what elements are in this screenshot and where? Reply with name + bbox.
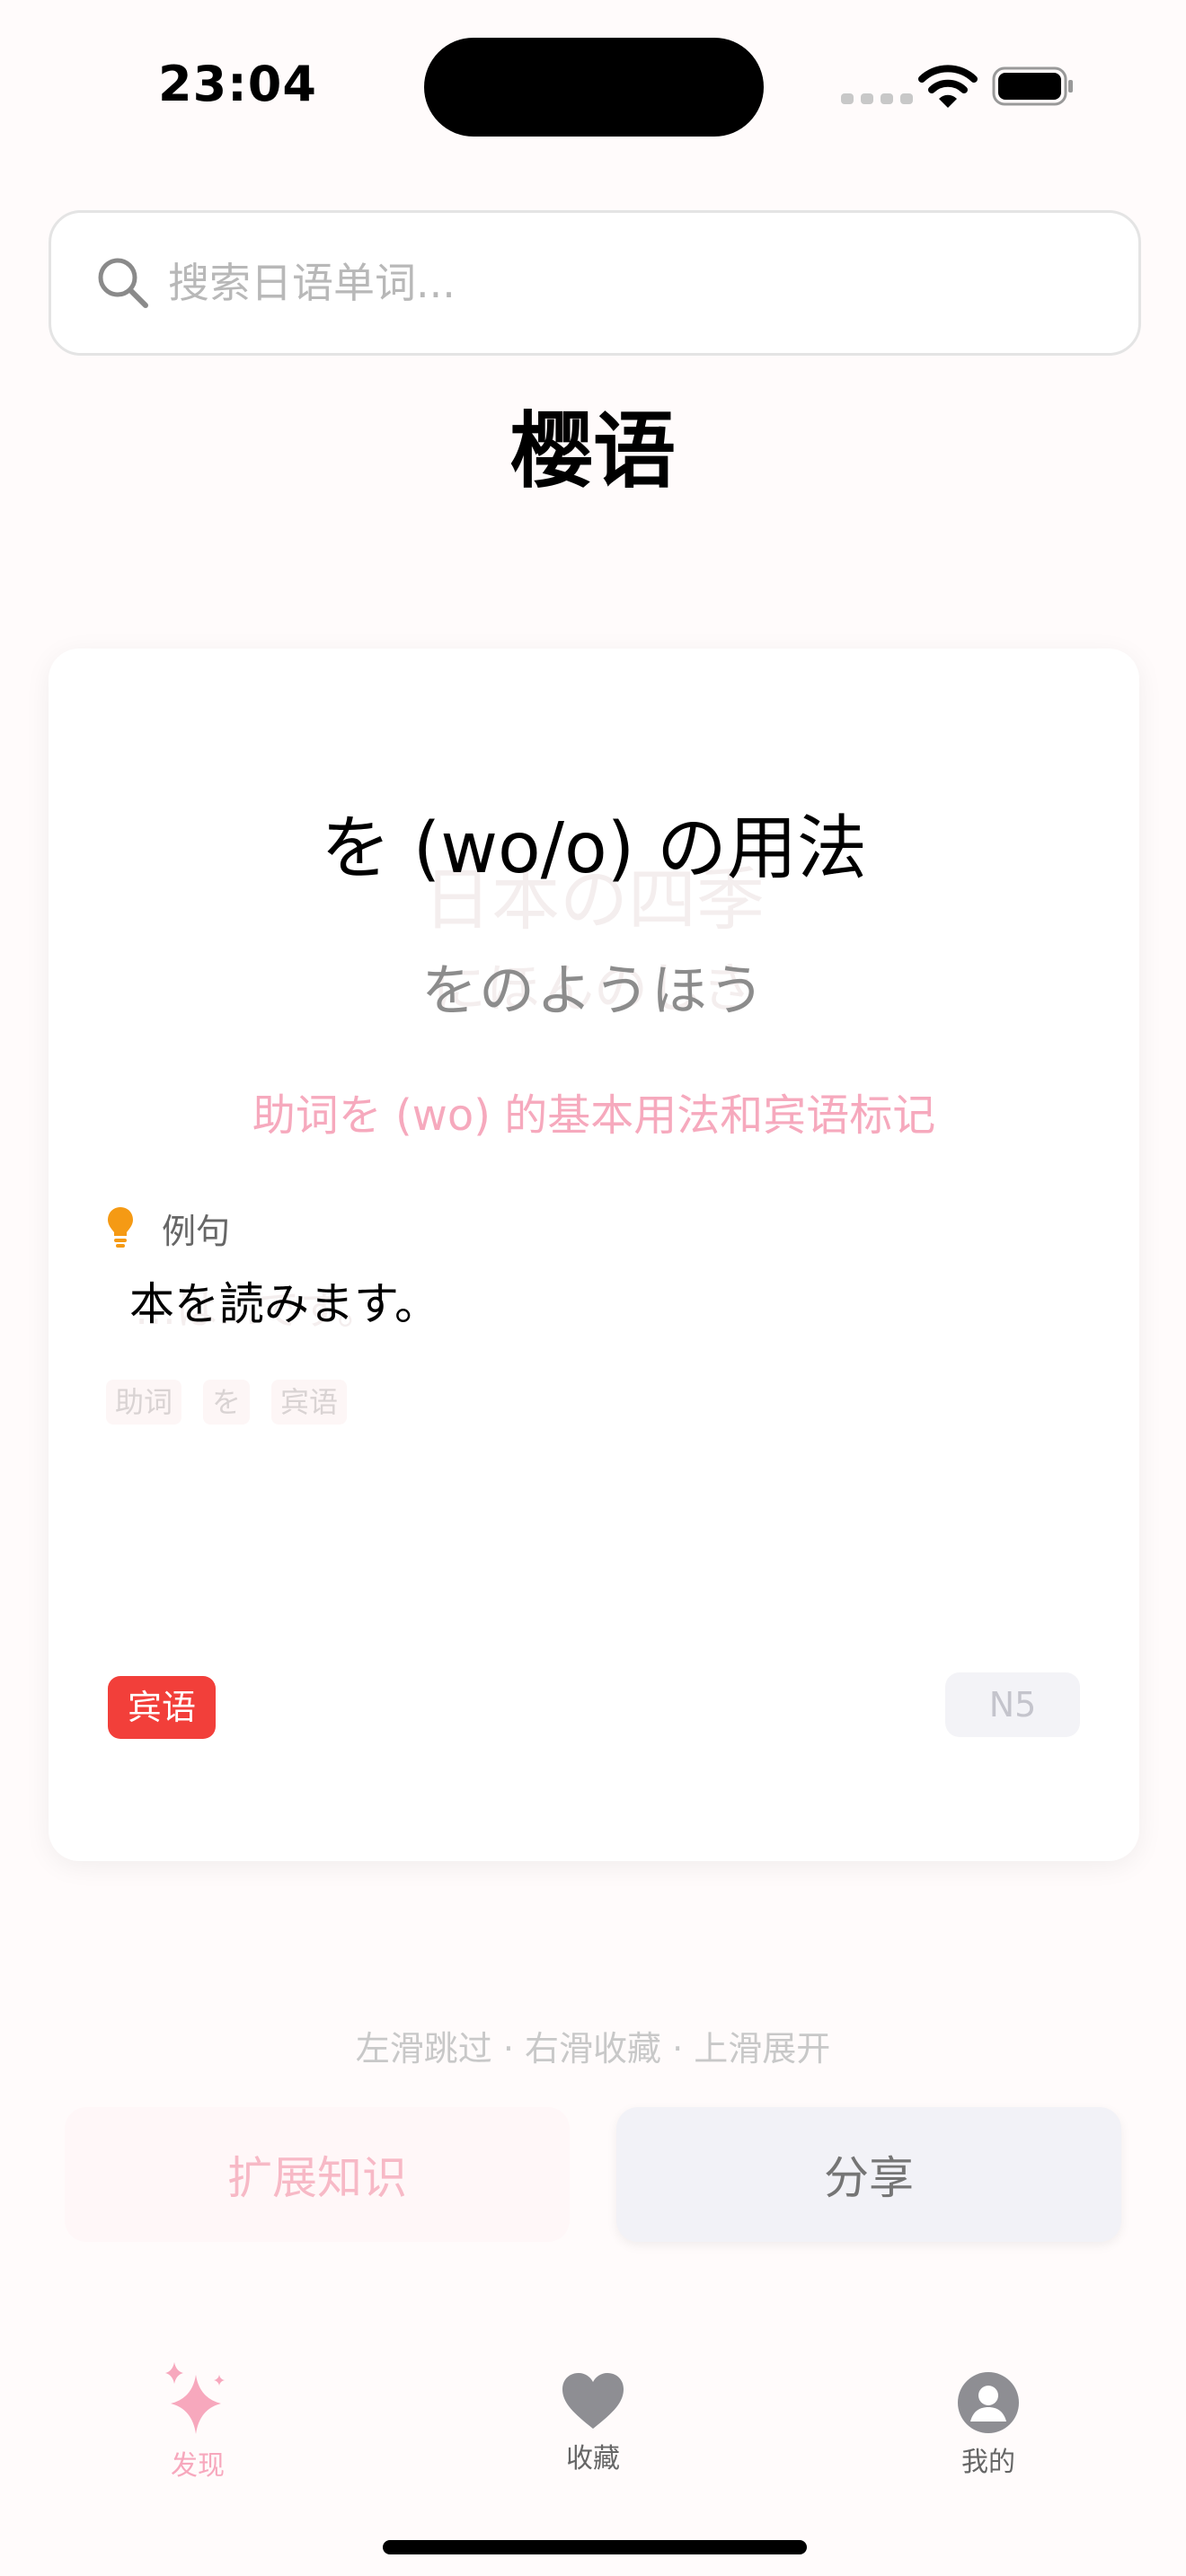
lightbulb-icon <box>108 1207 133 1248</box>
tab-discover[interactable]: 发现 <box>90 2362 305 2483</box>
type-badge: 宾语 <box>108 1676 217 1739</box>
status-time: 23:04 <box>158 56 317 112</box>
battery-icon <box>992 66 1073 106</box>
card-description: 助词を (wo) 的基本用法和宾语标记 <box>252 1090 936 1141</box>
tag-list: 助词 を 宾语 <box>106 1380 348 1425</box>
dynamic-island <box>424 38 764 137</box>
tag: 助词 <box>106 1380 182 1425</box>
tab-mine-label: 我的 <box>961 2447 1015 2478</box>
search-input[interactable] <box>168 240 1102 326</box>
app-title: 樱语 <box>509 403 676 499</box>
card-reading: をのようほう <box>420 957 766 1023</box>
search-icon <box>98 258 148 308</box>
tab-favorites-label: 收藏 <box>566 2443 620 2475</box>
profile-icon <box>958 2372 1019 2433</box>
heart-icon <box>562 2373 624 2429</box>
swipe-hint: 左滑跳过 · 右滑收藏 · 上滑展开 <box>355 2029 831 2069</box>
level-badge: N5 <box>945 1672 1080 1737</box>
tab-discover-label: 发现 <box>171 2450 225 2482</box>
example-label: 例句 <box>162 1212 231 1251</box>
example-sentence: 本を読みます。 <box>129 1278 439 1330</box>
tab-mine[interactable]: 我的 <box>881 2371 1096 2479</box>
sparkles-icon <box>165 2362 225 2434</box>
expand-knowledge-button[interactable]: 扩展知识 <box>65 2107 570 2242</box>
home-indicator <box>383 2540 807 2554</box>
card-title: を (wo/o) の用法 <box>321 808 867 889</box>
tag: 宾语 <box>271 1380 348 1425</box>
tag: を <box>203 1380 251 1425</box>
search-bar[interactable] <box>49 210 1141 356</box>
tab-favorites[interactable]: 收藏 <box>485 2371 701 2475</box>
share-button[interactable]: 分享 <box>616 2107 1121 2242</box>
cellular-signal-icon <box>841 93 913 104</box>
wifi-icon <box>918 65 978 108</box>
word-card[interactable]: 日本の四季 にほんのしき …は…です。 を (wo/o) の用法 をのようほう … <box>49 648 1139 1861</box>
